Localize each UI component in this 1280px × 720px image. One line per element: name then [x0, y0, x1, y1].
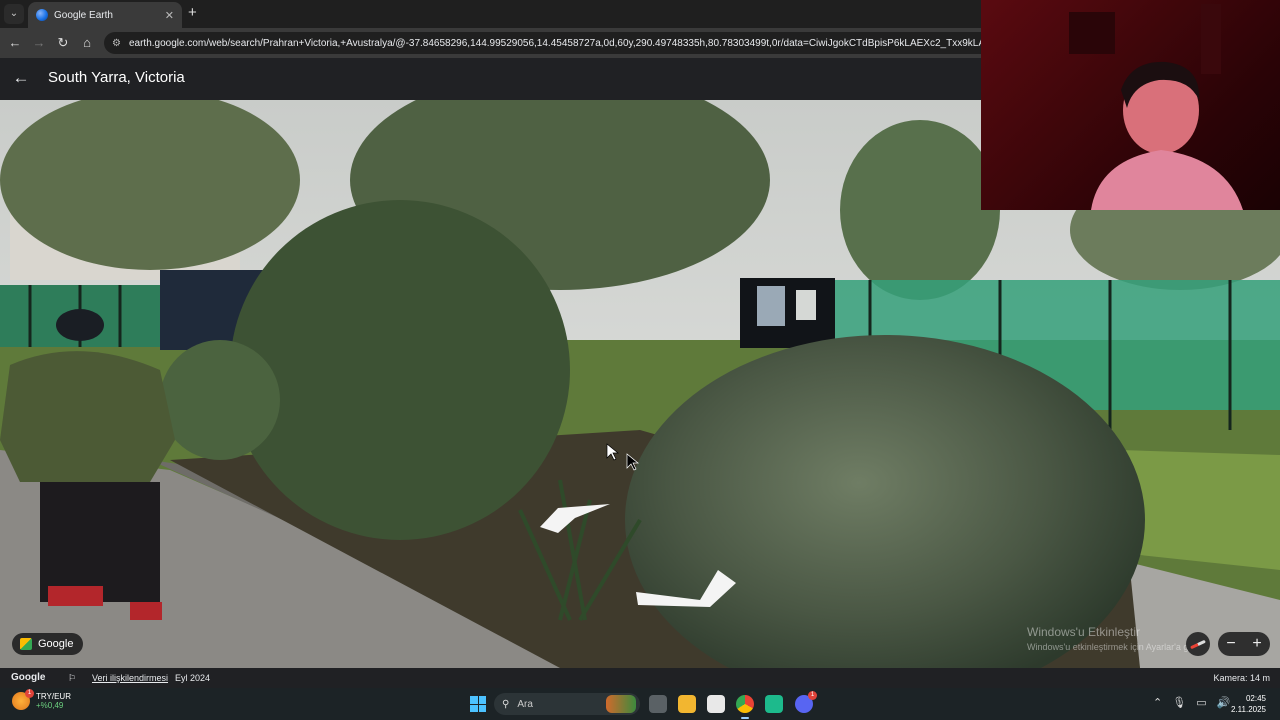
camera-altitude: Kamera: 14 m — [1213, 673, 1270, 683]
google-logo: Google — [11, 672, 46, 683]
earth-footer: Google ⚐ Veri ilişkilendirmesi Eyl 2024 … — [0, 668, 1280, 688]
notification-badge: 1 — [25, 689, 34, 698]
microsoft-store-icon[interactable] — [707, 695, 725, 713]
display-icon[interactable]: ▭ — [1196, 696, 1206, 709]
widgets-ticker[interactable]: 1 TRY/EUR +%0,49 — [12, 689, 71, 710]
watermark-title: Windows'u Etkinleştir — [1027, 625, 1140, 639]
file-explorer-icon[interactable] — [678, 695, 696, 713]
imagery-date: Eyl 2024 — [175, 673, 211, 683]
clock-date: 2.11.2025 — [1231, 705, 1266, 714]
clock-time: 02:45 — [1245, 694, 1266, 703]
report-icon[interactable]: ⚐ — [68, 673, 76, 684]
system-tray: ⌃ 🎙 ▭ 🔊 — [1153, 696, 1230, 709]
ticker-icon: 1 — [12, 689, 34, 710]
chevron-down-icon[interactable]: ⌄ — [4, 4, 24, 24]
search-icon: ⚲ — [502, 698, 510, 710]
search-highlight-icon — [606, 695, 636, 713]
microphone-icon[interactable]: 🎙 — [1172, 696, 1186, 709]
home-icon[interactable]: ⌂ — [78, 34, 96, 52]
new-tab-button[interactable]: + — [188, 5, 197, 21]
zoom-out-button[interactable]: − — [1218, 632, 1244, 656]
back-arrow-icon[interactable]: ← — [6, 34, 24, 52]
windows-taskbar: 1 TRY/EUR +%0,49 ⚲ Ara 1 ⌃ 🎙 ▭ 🔊 02:45 2… — [0, 688, 1280, 720]
google-earth-favicon-icon — [36, 9, 48, 21]
chevron-up-icon[interactable]: ⌃ — [1153, 696, 1162, 709]
tab-title: Google Earth — [54, 9, 113, 21]
back-arrow-icon[interactable]: ← — [10, 67, 32, 89]
windows-activation-watermark: Windows'u Etkinleştir Windows'u etkinleş… — [1027, 625, 1205, 652]
tab-google-earth[interactable]: Google Earth ✕ — [28, 2, 182, 28]
forward-arrow-icon[interactable]: → — [30, 34, 48, 52]
watermark-subtitle: Windows'u etkinleştirmek için Ayarlar'a … — [1027, 642, 1205, 652]
google-attribution-chip[interactable]: Google — [12, 633, 84, 655]
google-maps-icon — [20, 638, 32, 650]
url-text[interactable]: earth.google.com/web/search/Prahran+Vict… — [129, 38, 1004, 49]
webcam-image — [1069, 4, 1243, 210]
google-chip-label: Google — [38, 638, 74, 650]
ticker-name: TRY/EUR — [36, 692, 71, 701]
app-icon[interactable] — [765, 695, 783, 713]
address-bar[interactable]: ⚙ earth.google.com/web/search/Prahran+Vi… — [104, 32, 1004, 54]
windows-start-icon[interactable] — [470, 696, 486, 712]
task-view-icon[interactable] — [649, 695, 667, 713]
zoom-in-button[interactable]: + — [1244, 632, 1270, 656]
discord-icon[interactable]: 1 — [795, 691, 817, 713]
notification-badge: 1 — [808, 691, 817, 700]
volume-icon[interactable]: 🔊 — [1217, 696, 1231, 709]
search-placeholder: Ara — [517, 698, 533, 710]
compass-icon[interactable] — [1186, 632, 1210, 656]
reload-icon[interactable]: ↻ — [54, 34, 72, 52]
place-title: South Yarra, Victoria — [48, 69, 185, 86]
chrome-icon[interactable] — [736, 695, 754, 719]
taskbar-clock[interactable]: 02:45 2.11.2025 — [1231, 693, 1266, 715]
webcam-overlay — [981, 0, 1280, 210]
tune-icon[interactable]: ⚙ — [112, 38, 121, 49]
ticker-change: +%0,49 — [36, 701, 64, 710]
taskbar-search[interactable]: ⚲ Ara — [494, 693, 640, 715]
close-tab-icon[interactable]: ✕ — [165, 9, 174, 22]
zoom-controls: − + — [1218, 632, 1270, 656]
data-attribution-link[interactable]: Veri ilişkilendirmesi — [92, 673, 168, 683]
